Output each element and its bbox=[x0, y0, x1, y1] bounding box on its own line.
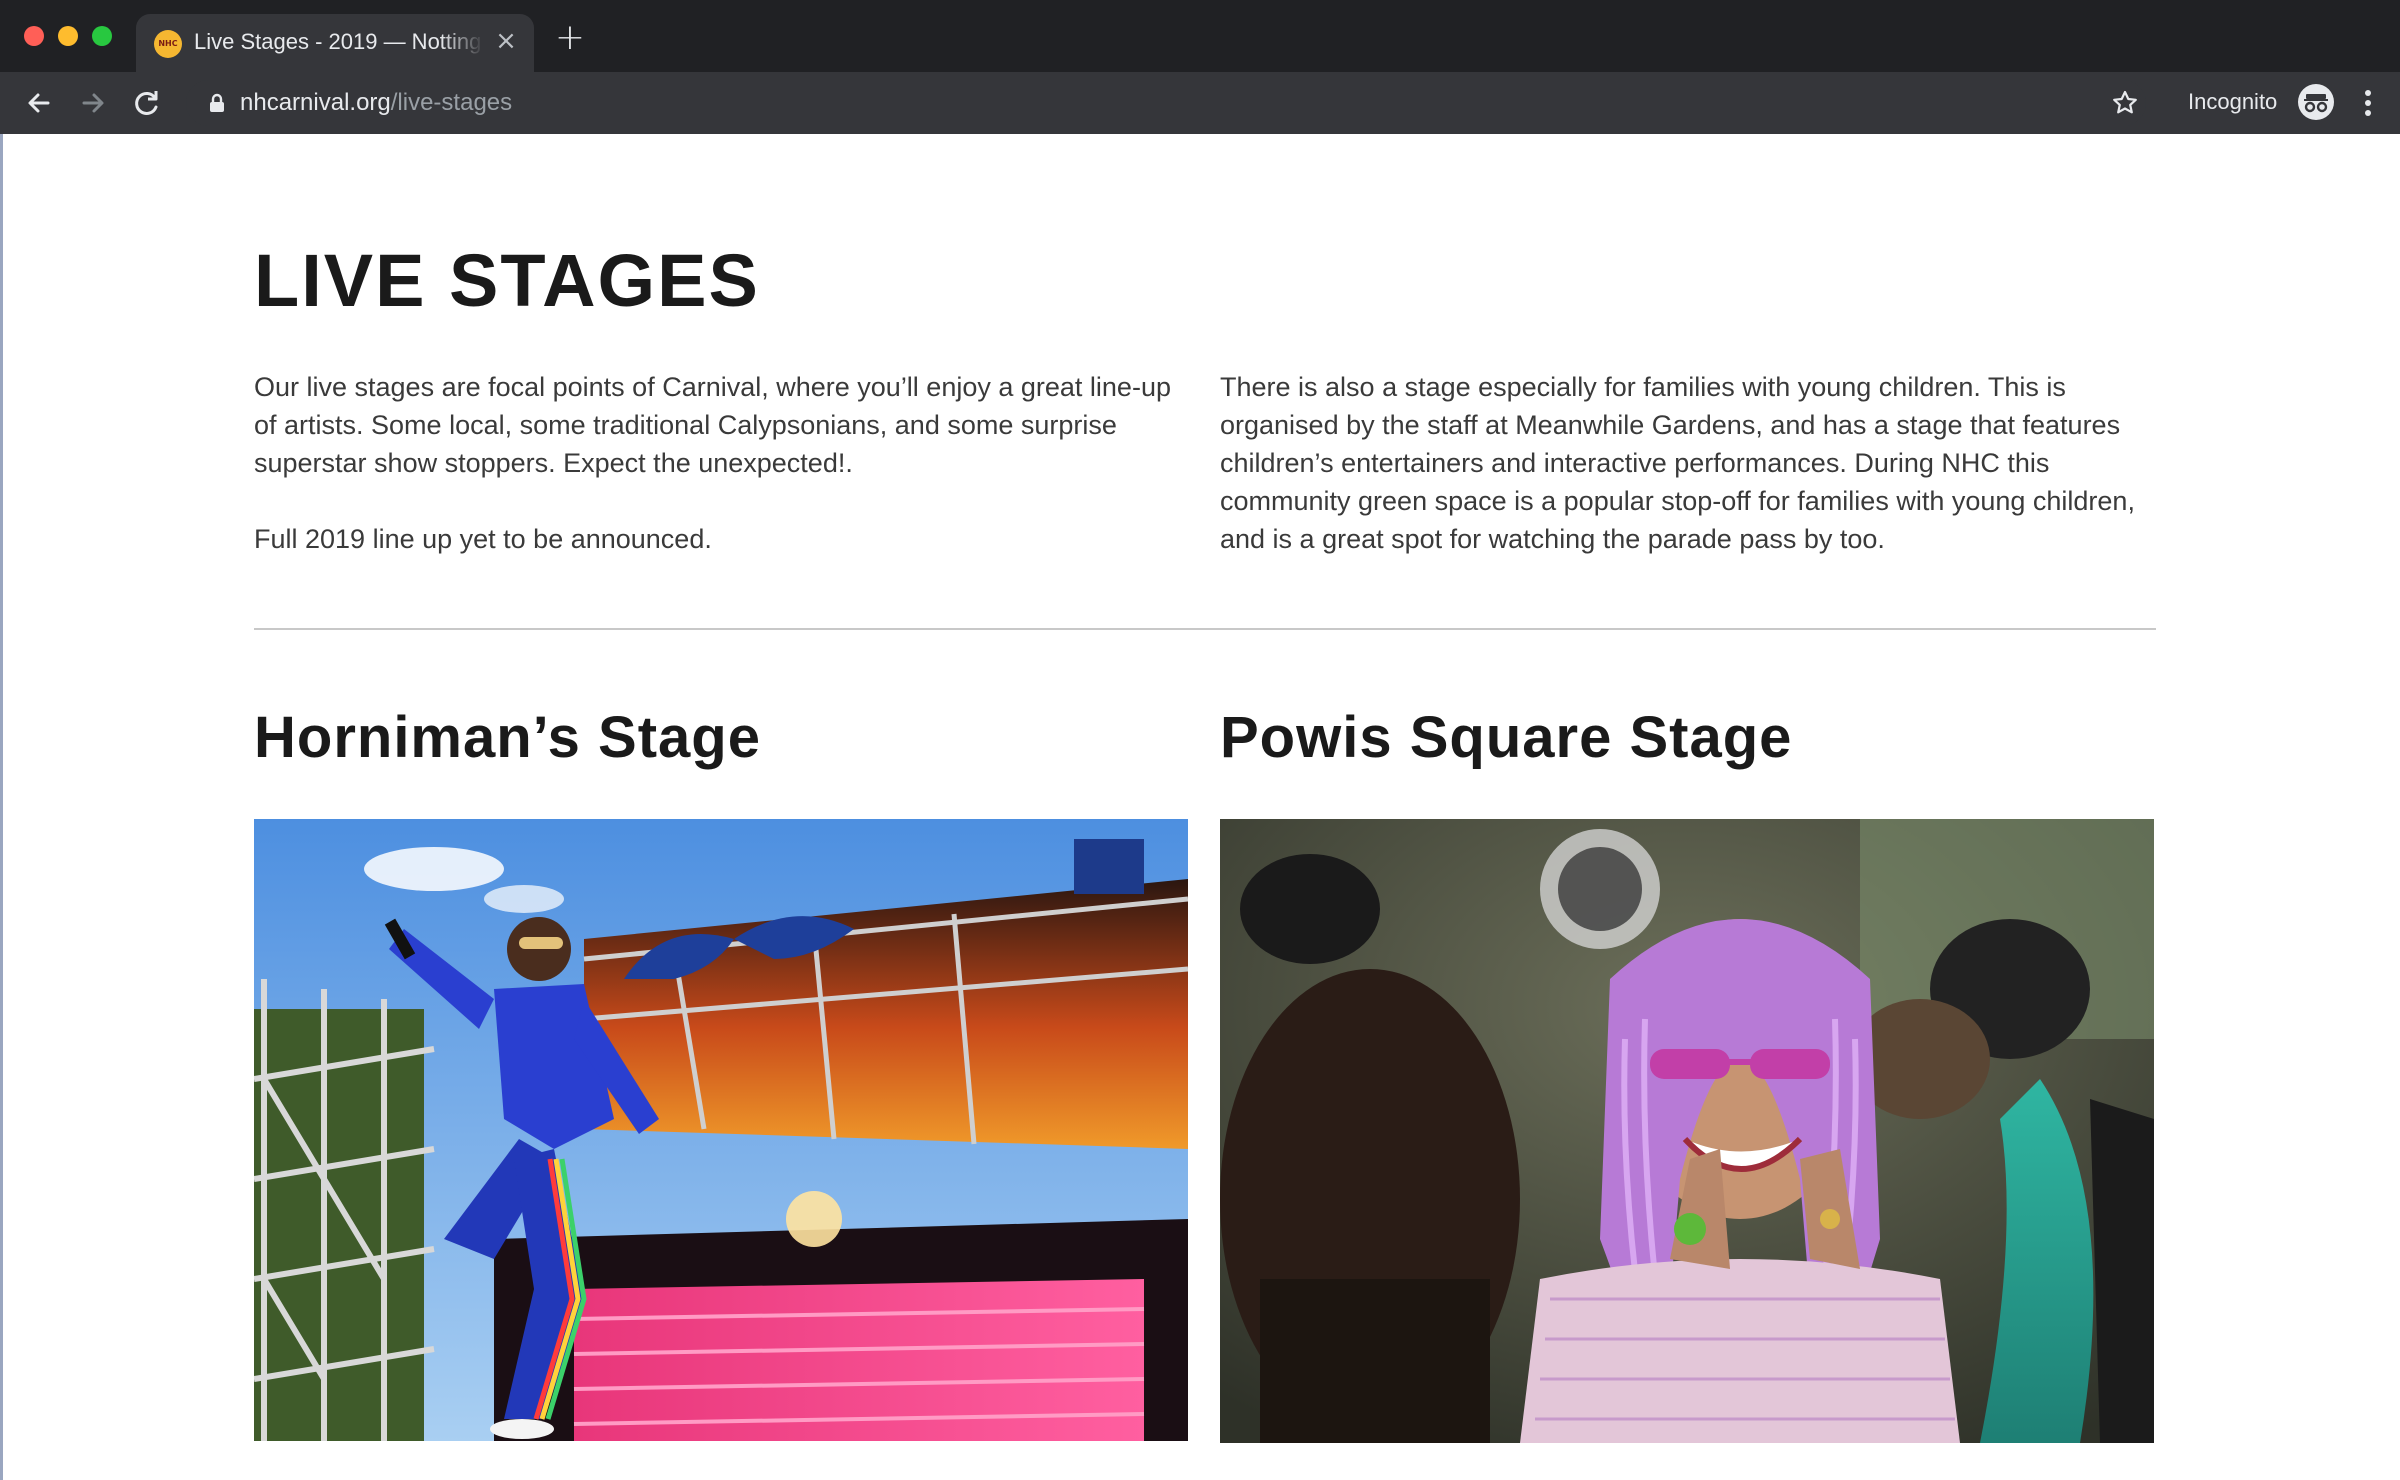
incognito-label[interactable]: Incognito bbox=[2188, 89, 2277, 115]
stage-photo-powis-square[interactable] bbox=[1220, 819, 2154, 1443]
address-bar[interactable]: nhcarnival.org/live-stages bbox=[186, 80, 2146, 126]
page-viewport: LIVE STAGES Our live stages are focal po… bbox=[0, 134, 2400, 1480]
window-zoom-button[interactable] bbox=[92, 26, 112, 46]
tab-title: Live Stages - 2019 — Notting Hill Carniv… bbox=[194, 29, 484, 54]
star-icon[interactable] bbox=[2110, 88, 2140, 118]
incognito-icon[interactable] bbox=[2298, 84, 2334, 120]
vertical-dots-icon[interactable] bbox=[2356, 86, 2380, 120]
stage-title-powis-square: Powis Square Stage bbox=[1220, 705, 1793, 770]
reload-icon[interactable] bbox=[128, 84, 166, 122]
close-icon[interactable]: × bbox=[492, 27, 520, 55]
plus-icon[interactable]: + bbox=[552, 20, 588, 58]
lock-icon bbox=[206, 92, 228, 114]
page-title: LIVE STAGES bbox=[254, 239, 760, 322]
browser-toolbar: nhcarnival.org/live-stages Incognito bbox=[0, 72, 2400, 134]
page-left-edge bbox=[0, 134, 3, 1480]
url-host: nhcarnival.org bbox=[240, 89, 391, 116]
arrow-left-icon[interactable] bbox=[20, 84, 58, 122]
url-path: /live-stages bbox=[390, 89, 513, 116]
url-text: nhcarnival.org/live-stages bbox=[240, 89, 512, 117]
arrow-right-icon[interactable] bbox=[74, 84, 112, 122]
intro-paragraph-family: There is also a stage especially for fam… bbox=[1220, 372, 2135, 554]
intro-paragraph-lineup: Full 2019 line up yet to be announced. bbox=[254, 524, 712, 554]
intro-paragraph: Our live stages are focal points of Carn… bbox=[254, 372, 1171, 478]
site-favicon-icon: NHC bbox=[154, 30, 182, 58]
browser-tab-active[interactable]: NHC Live Stages - 2019 — Notting Hill Ca… bbox=[136, 14, 534, 72]
stage-title-hornimans: Horniman’s Stage bbox=[254, 705, 761, 770]
intro-left-column: Our live stages are focal points of Carn… bbox=[254, 368, 1174, 558]
browser-tab-bar: NHC Live Stages - 2019 — Notting Hill Ca… bbox=[0, 0, 2400, 72]
stage-photo-hornimans[interactable] bbox=[254, 819, 1188, 1441]
window-close-button[interactable] bbox=[24, 26, 44, 46]
section-divider bbox=[254, 628, 2156, 630]
window-minimize-button[interactable] bbox=[58, 26, 78, 46]
intro-right-column: There is also a stage especially for fam… bbox=[1220, 368, 2150, 558]
